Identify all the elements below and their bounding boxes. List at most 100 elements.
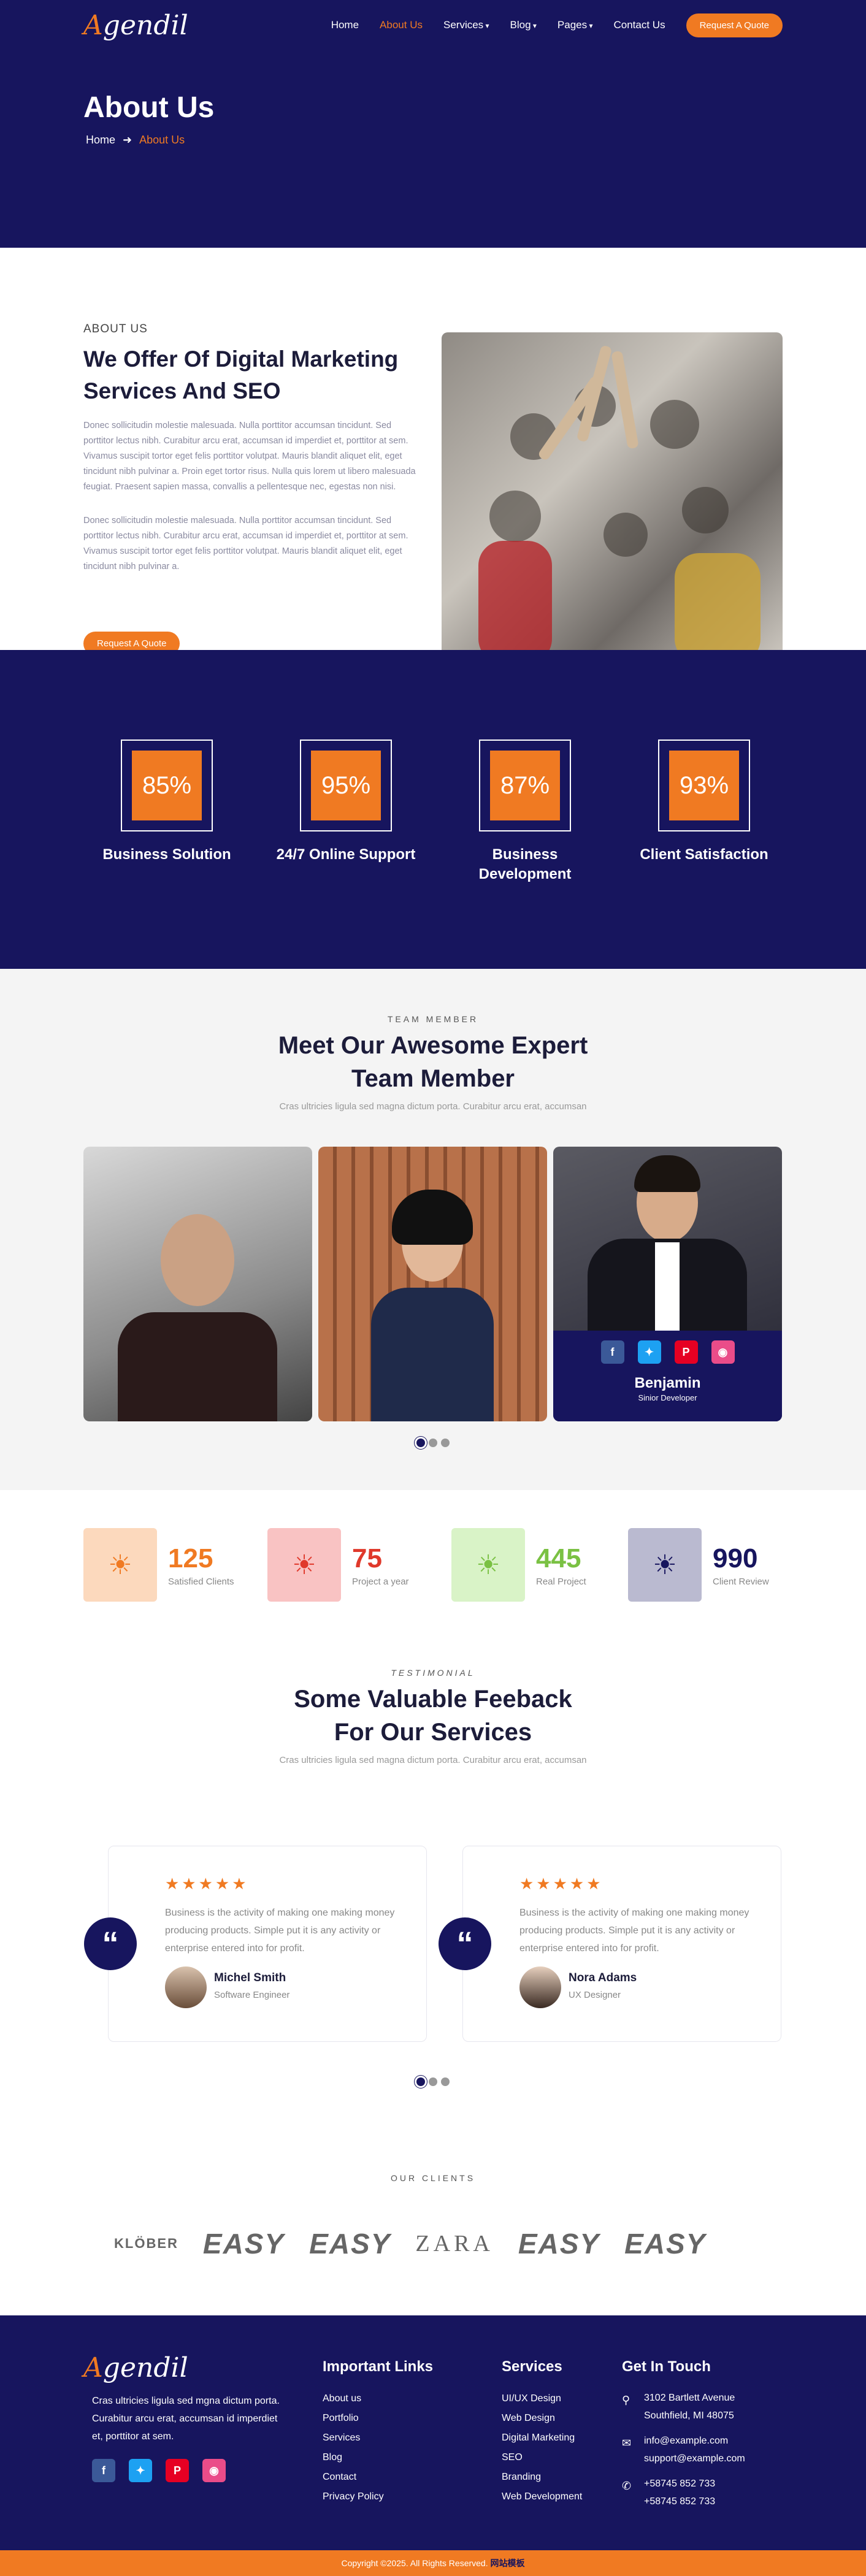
counter-item: ☀ 445 Real Project bbox=[451, 1528, 586, 1602]
counters-section: ☀ 125 Satisfied Clients ☀ 75 Project a yea… bbox=[0, 1490, 866, 1643]
location-pin-icon: ⚲ bbox=[622, 2394, 630, 2406]
testimonial-card: “ ★★★★★ Business is the activity of maki… bbox=[439, 1846, 781, 2042]
footer-service-link[interactable]: Web Design bbox=[502, 2409, 582, 2428]
nav-pages[interactable]: Pages bbox=[558, 19, 593, 31]
phone-1[interactable]: +58745 852 733 bbox=[644, 2475, 715, 2493]
team-card[interactable] bbox=[318, 1147, 547, 1421]
about-quote-button[interactable]: Request A Quote bbox=[83, 632, 180, 650]
avatar bbox=[165, 1966, 207, 2008]
footer-link-portfolio[interactable]: Portfolio bbox=[323, 2409, 433, 2428]
footer-logo[interactable]: Agendil bbox=[83, 2352, 286, 2383]
email-1[interactable]: info@example.com bbox=[644, 2432, 745, 2450]
carousel-dot[interactable] bbox=[416, 2077, 425, 2086]
nav-blog[interactable]: Blog bbox=[510, 19, 537, 31]
footer-service-link[interactable]: UI/UX Design bbox=[502, 2389, 582, 2409]
rating-stars: ★★★★★ bbox=[519, 1875, 604, 1893]
stat-value: 85% bbox=[132, 751, 202, 820]
address-line-1: 3102 Bartlett Avenue bbox=[644, 2393, 735, 2403]
breadcrumb: Home ➜ About Us bbox=[86, 134, 185, 147]
footer-link-services[interactable]: Services bbox=[323, 2428, 433, 2448]
counter-label: Satisfied Clients bbox=[168, 1576, 234, 1587]
team-section: TEAM MEMBER Meet Our Awesome Expert Team… bbox=[0, 969, 866, 1490]
facebook-icon[interactable]: f bbox=[600, 1340, 624, 1364]
main-menu: Home About Us Services Blog Pages Contac… bbox=[331, 13, 783, 37]
facebook-icon[interactable]: f bbox=[92, 2459, 115, 2482]
lightbulb-icon: ☀ bbox=[628, 1528, 702, 1602]
nav-about[interactable]: About Us bbox=[380, 19, 423, 31]
client-logos: KLÖBER EASY EASY ZARA EASY EASY bbox=[83, 2227, 783, 2260]
request-quote-button[interactable]: Request A Quote bbox=[686, 13, 783, 37]
about-paragraph-2: Donec sollicitudin molestie malesuada. N… bbox=[83, 516, 408, 571]
carousel-dot[interactable] bbox=[416, 1439, 425, 1447]
footer-service-link[interactable]: SEO bbox=[502, 2448, 582, 2467]
lightbulb-icon: ☀ bbox=[83, 1528, 157, 1602]
footer-link-about[interactable]: About us bbox=[323, 2389, 433, 2409]
quote-icon: “ bbox=[439, 1917, 491, 1970]
pinterest-icon[interactable]: P bbox=[166, 2459, 189, 2482]
client-logo: EASY bbox=[309, 2228, 391, 2260]
footer-link-privacy[interactable]: Privacy Policy bbox=[323, 2487, 433, 2507]
footer-service-link[interactable]: Branding bbox=[502, 2467, 582, 2487]
copyright-text: Copyright ©2025. All Rights Reserved. bbox=[341, 2558, 488, 2568]
dribbble-icon[interactable]: ◉ bbox=[711, 1340, 735, 1364]
nav-home[interactable]: Home bbox=[331, 19, 359, 31]
client-logo: EASY bbox=[624, 2228, 707, 2260]
phone-2[interactable]: +58745 852 733 bbox=[644, 2493, 715, 2510]
carousel-dot[interactable] bbox=[429, 2077, 437, 2086]
stat-label: 24/7 Online Support bbox=[276, 846, 416, 863]
stat-item: 95% 24/7 Online Support bbox=[272, 740, 420, 865]
phone-icon: ✆ bbox=[622, 2480, 632, 2492]
logo-initial: A bbox=[83, 9, 103, 41]
stat-item: 93% Client Satisfaction bbox=[630, 740, 778, 865]
testimonial-card: “ ★★★★★ Business is the activity of maki… bbox=[84, 1846, 427, 2042]
footer: Agendil Cras ultricies ligula sed mgna d… bbox=[0, 2315, 866, 2556]
breadcrumb-current: About Us bbox=[139, 134, 185, 146]
navbar: Agendil Home About Us Services Blog Page… bbox=[83, 0, 783, 50]
about-section: ABOUT US We Offer Of Digital Marketing S… bbox=[0, 248, 866, 650]
team-heading: Meet Our Awesome Expert Team Member bbox=[278, 1032, 588, 1092]
twitter-icon[interactable]: ✦ bbox=[637, 1340, 661, 1364]
testimonial-eyebrow: TESTIMONIAL bbox=[391, 1668, 475, 1678]
team-card[interactable] bbox=[83, 1147, 312, 1421]
page-title: About Us bbox=[83, 91, 215, 124]
stat-item: 85% Business Solution bbox=[93, 740, 240, 865]
quote-icon: “ bbox=[84, 1917, 137, 1970]
email-2[interactable]: support@example.com bbox=[644, 2450, 745, 2467]
pinterest-icon[interactable]: P bbox=[674, 1340, 698, 1364]
stat-value: 95% bbox=[311, 751, 381, 820]
footer-link-contact[interactable]: Contact bbox=[323, 2467, 433, 2487]
clients-section: OUR CLIENTS KLÖBER EASY EASY ZARA EASY E… bbox=[0, 2134, 866, 2315]
twitter-icon[interactable]: ✦ bbox=[129, 2459, 152, 2482]
dribbble-icon[interactable]: ◉ bbox=[202, 2459, 226, 2482]
stat-value: 93% bbox=[669, 751, 739, 820]
team-subtitle: Cras ultricies ligula sed magna dictum p… bbox=[279, 1101, 587, 1112]
carousel-dot[interactable] bbox=[441, 1439, 450, 1447]
nav-contact[interactable]: Contact Us bbox=[613, 19, 665, 31]
counter-item: ☀ 990 Client Review bbox=[628, 1528, 769, 1602]
logo-initial: A bbox=[83, 2352, 103, 2383]
team-card-info: f ✦ P ◉ Benjamin Sinior Developer bbox=[553, 1331, 782, 1421]
carousel-dot[interactable] bbox=[429, 1439, 437, 1447]
avatar bbox=[519, 1966, 561, 2008]
footer-service-link[interactable]: Web Development bbox=[502, 2487, 582, 2507]
counter-label: Client Review bbox=[713, 1576, 769, 1587]
site-logo[interactable]: Agendil bbox=[83, 10, 188, 41]
testimonial-subtitle: Cras ultricies ligula sed magna dictum p… bbox=[279, 1755, 587, 1765]
team-card-featured[interactable]: f ✦ P ◉ Benjamin Sinior Developer bbox=[553, 1147, 782, 1421]
counter-value: 125 bbox=[168, 1543, 213, 1573]
breadcrumb-home[interactable]: Home bbox=[86, 134, 115, 147]
copyright-link[interactable]: 网站模板 bbox=[491, 2558, 525, 2568]
mail-icon: ✉ bbox=[622, 2437, 632, 2449]
nav-services[interactable]: Services bbox=[443, 19, 489, 31]
counter-value: 445 bbox=[536, 1543, 581, 1573]
testimonial-role: Software Engineer bbox=[214, 1990, 290, 2000]
testimonial-carousel-dots bbox=[416, 2077, 450, 2086]
footer-about: Cras ultricies ligula sed mgna dictum po… bbox=[92, 2396, 280, 2442]
testimonial-role: UX Designer bbox=[569, 1990, 621, 2000]
carousel-dot[interactable] bbox=[441, 2077, 450, 2086]
counter-label: Real Project bbox=[536, 1576, 586, 1587]
footer-link-blog[interactable]: Blog bbox=[323, 2448, 433, 2467]
footer-service-link[interactable]: Digital Marketing bbox=[502, 2428, 582, 2448]
copyright-bar: Copyright ©2025. All Rights Reserved. 网站… bbox=[0, 2550, 866, 2576]
client-logo: ZARA bbox=[415, 2231, 494, 2257]
